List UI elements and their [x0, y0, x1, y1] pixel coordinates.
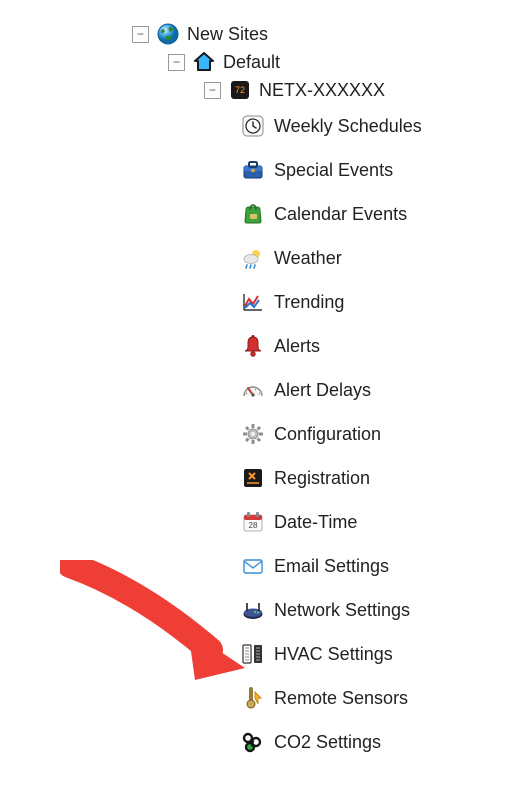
tree-item-trending[interactable]: Trending: [240, 280, 422, 324]
tree-item-email-settings[interactable]: Email Settings: [240, 544, 422, 588]
tree-item-label: Network Settings: [274, 600, 410, 621]
tree-item-label: Calendar Events: [274, 204, 407, 225]
tree-node-root[interactable]: − New Sites: [132, 20, 422, 48]
tree-item-label: Date-Time: [274, 512, 357, 533]
router-icon: [240, 597, 266, 623]
tree-item-label: Alert Delays: [274, 380, 371, 401]
tree-item-label: Email Settings: [274, 556, 389, 577]
tree-item-label: Configuration: [274, 424, 381, 445]
tree-item-hvac-settings[interactable]: HVAC Settings: [240, 632, 422, 676]
svg-text:72: 72: [235, 85, 245, 95]
hvac-icon: [240, 641, 266, 667]
globe-icon: [155, 21, 181, 47]
registration-icon: [240, 465, 266, 491]
tree-item-configuration[interactable]: Configuration: [240, 412, 422, 456]
tree-label: NETX-XXXXXX: [259, 80, 385, 101]
tree-item-label: Remote Sensors: [274, 688, 408, 709]
clock-icon: [240, 113, 266, 139]
collapse-toggle[interactable]: −: [132, 26, 149, 43]
tree-item-label: Special Events: [274, 160, 393, 181]
tree-item-label: CO2 Settings: [274, 732, 381, 753]
tree-item-label: Weather: [274, 248, 342, 269]
tree-item-alert-delays[interactable]: Alert Delays: [240, 368, 422, 412]
home-icon: [191, 49, 217, 75]
tree-item-label: HVAC Settings: [274, 644, 393, 665]
tree-item-label: Alerts: [274, 336, 320, 357]
bell-icon: [240, 333, 266, 359]
tree-item-label: Trending: [274, 292, 344, 313]
tree-item-alerts[interactable]: Alerts: [240, 324, 422, 368]
tree-item-network-settings[interactable]: Network Settings: [240, 588, 422, 632]
collapse-toggle[interactable]: −: [168, 54, 185, 71]
weather-icon: [240, 245, 266, 271]
tree-node-site[interactable]: − Default: [168, 48, 422, 76]
envelope-icon: [240, 553, 266, 579]
tree-item-weather[interactable]: Weather: [240, 236, 422, 280]
tree-item-remote-sensors[interactable]: Remote Sensors: [240, 676, 422, 720]
green-bag-icon: [240, 201, 266, 227]
tree-label: Default: [223, 52, 280, 73]
tree-item-registration[interactable]: Registration: [240, 456, 422, 500]
briefcase-icon: [240, 157, 266, 183]
tree-item-label: Registration: [274, 468, 370, 489]
tree-item-label: Weekly Schedules: [274, 116, 422, 137]
gauge-icon: [240, 377, 266, 403]
tree-item-date-time[interactable]: Date-Time: [240, 500, 422, 544]
device-icon: 72: [227, 77, 253, 103]
calendar-icon: [240, 509, 266, 535]
tree-item-co2-settings[interactable]: CO2 Settings: [240, 720, 422, 764]
co2-icon: [240, 729, 266, 755]
tree-item-special-events[interactable]: Special Events: [240, 148, 422, 192]
tree-item-calendar-events[interactable]: Calendar Events: [240, 192, 422, 236]
sensor-icon: [240, 685, 266, 711]
tree-item-weekly-schedules[interactable]: Weekly Schedules: [240, 104, 422, 148]
gear-icon: [240, 421, 266, 447]
trending-icon: [240, 289, 266, 315]
tree-label: New Sites: [187, 24, 268, 45]
tree-node-device[interactable]: − 72 NETX-XXXXXX: [204, 76, 422, 104]
navigation-tree: − New Sites − Default − 72 NETX-XXX: [132, 20, 422, 764]
collapse-toggle[interactable]: −: [204, 82, 221, 99]
